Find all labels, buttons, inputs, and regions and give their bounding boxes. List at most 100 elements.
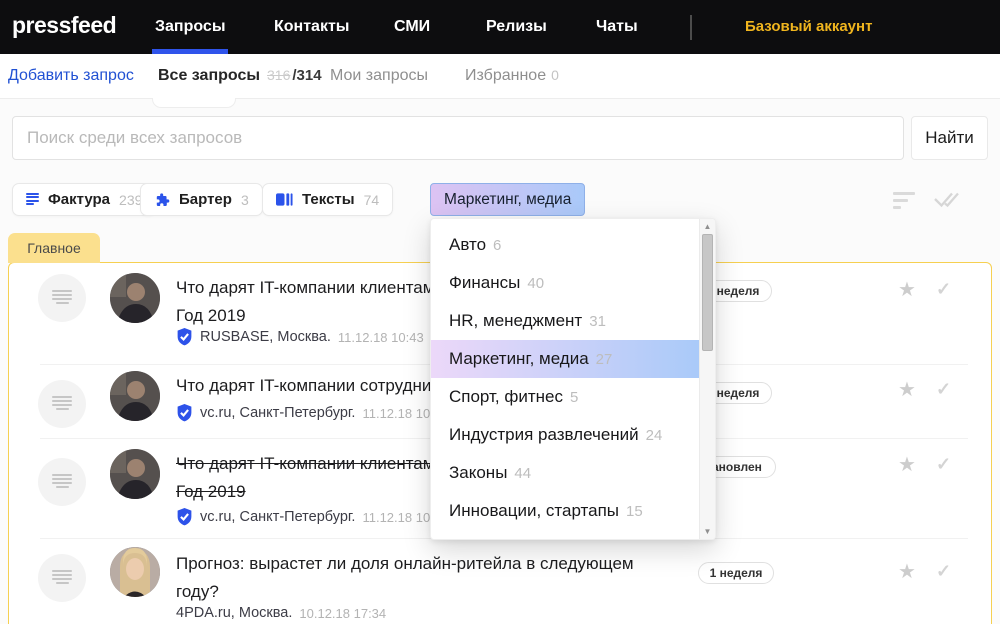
search-button[interactable]: Найти — [911, 116, 988, 160]
dropdown-item-label: Индустрия развлечений — [449, 425, 639, 444]
dropdown-item-partial[interactable]: Искусство, культура — [431, 530, 701, 540]
request-source: 4PDA.ru, Москва. 10.12.18 17:34 — [176, 605, 386, 621]
category-dropdown-menu: Авто 6 Финансы40 HR, менеджмент 31 Маркети… — [430, 218, 716, 540]
source-name[interactable]: RUSBASE, Москва. — [200, 329, 331, 345]
verified-icon — [176, 404, 193, 422]
tab-my-requests[interactable]: Мои запросы — [330, 67, 428, 85]
star-icon[interactable]: ★ — [898, 277, 916, 302]
old-count: 316 — [267, 67, 290, 83]
category-dropdown-button[interactable]: Маркетинг, медиа — [430, 183, 585, 216]
request-type-icon — [38, 274, 86, 322]
star-icon[interactable]: ★ — [898, 452, 916, 477]
scroll-down-icon[interactable]: ▼ — [700, 527, 715, 536]
active-tab-notch — [152, 98, 236, 108]
tab-label: Мои запросы — [330, 67, 428, 84]
request-title[interactable]: Что дарят IT-компании клиентам — [176, 274, 434, 302]
dropdown-item-count: 27 — [596, 351, 613, 368]
scroll-up-icon[interactable]: ▲ — [700, 222, 715, 231]
request-source: vc.ru, Санкт-Петербург. 11.12.18 10:26 — [176, 508, 448, 526]
avatar — [110, 371, 160, 421]
dropdown-item-label: Спорт, фитнес — [449, 387, 563, 406]
check-icon[interactable]: ✓ — [936, 379, 951, 400]
request-title[interactable]: Что дарят IT-компании сотрудникам — [176, 372, 460, 400]
star-icon[interactable]: ★ — [898, 559, 916, 584]
filter-label: Тексты — [302, 191, 355, 208]
double-check-icon[interactable] — [933, 189, 961, 214]
dropdown-item-marketing-selected[interactable]: Маркетинг, медиа 27 — [431, 340, 701, 378]
dropdown-item-label: Искусство, культура — [449, 539, 607, 540]
dropdown-item-label: Авто — [449, 235, 486, 254]
tab-all-requests[interactable]: Все запросы 316/314 — [158, 67, 322, 85]
board-tab-main[interactable]: Главное — [8, 233, 100, 263]
source-date: 10.12.18 17:34 — [299, 606, 386, 621]
nav-item-label: Контакты — [274, 18, 349, 35]
dropdown-item-hr[interactable]: HR, менеджмент 31 — [431, 302, 701, 340]
scrollbar-thumb[interactable] — [702, 234, 713, 351]
request-title[interactable]: Год 2019 — [176, 478, 246, 506]
sort-lines-icon[interactable] — [893, 192, 915, 213]
dropdown-item-label: Законы — [449, 463, 507, 482]
puzzle-icon — [154, 192, 170, 208]
tab-label: Все запросы — [158, 67, 260, 84]
dropdown-item-entertainment[interactable]: Индустрия развлечений24 — [431, 416, 701, 454]
filter-texts-button[interactable]: Тексты 74 — [262, 183, 393, 216]
source-name[interactable]: 4PDA.ru, Москва. — [176, 605, 292, 621]
source-date: 11.12.18 10:43 — [338, 330, 424, 345]
dropdown-item-auto[interactable]: Авто 6 — [431, 226, 701, 264]
filter-label: Бартер — [179, 191, 232, 208]
dropdown-scrollbar[interactable]: ▲ ▼ — [699, 219, 715, 540]
new-count: /314 — [292, 67, 321, 84]
dropdown-item-count: 15 — [626, 503, 643, 520]
pressfeed-logo[interactable]: pressfeed — [12, 12, 116, 39]
dropdown-item-label: Инновации, стартапы — [449, 501, 619, 520]
nav-item-requests[interactable]: Запросы — [155, 0, 225, 54]
add-request-link[interactable]: Добавить запрос — [8, 67, 134, 85]
dropdown-item-count: 6 — [493, 237, 501, 254]
article-icon — [276, 192, 293, 207]
request-title[interactable]: году? — [176, 578, 219, 606]
dropdown-item-count: 5 — [570, 389, 578, 406]
filter-count: 239 — [119, 192, 142, 208]
status-badge: 1 неделя — [698, 562, 774, 584]
dropdown-item-label: Финансы — [449, 273, 520, 292]
source-name[interactable]: vc.ru, Санкт-Петербург. — [200, 405, 355, 421]
dropdown-item-count: 31 — [589, 313, 606, 330]
dropdown-item-innovations[interactable]: Инновации, стартапы 15 — [431, 492, 701, 530]
request-title[interactable]: Прогноз: вырастет ли доля онлайн-ритейла… — [176, 550, 634, 578]
source-name[interactable]: vc.ru, Санкт-Петербург. — [200, 509, 355, 525]
tab-favorites[interactable]: Избранное0 — [465, 67, 559, 85]
search-input[interactable] — [12, 116, 904, 160]
filter-label: Фактура — [48, 191, 110, 208]
dropdown-item-finance[interactable]: Финансы40 — [431, 264, 701, 302]
check-icon[interactable]: ✓ — [936, 279, 951, 300]
sub-navigation: Добавить запрос Все запросы 316/314 Мои з… — [0, 54, 1000, 99]
check-icon[interactable]: ✓ — [936, 454, 951, 475]
dropdown-item-laws[interactable]: Законы44 — [431, 454, 701, 492]
nav-item-chats[interactable]: Чаты — [596, 0, 638, 54]
filter-factura-button[interactable]: Фактура 239 — [12, 183, 156, 216]
active-underline — [152, 49, 228, 54]
dropdown-item-sport[interactable]: Спорт, фитнес 5 — [431, 378, 701, 416]
star-icon[interactable]: ★ — [898, 377, 916, 402]
request-type-icon — [38, 554, 86, 602]
nav-item-contacts[interactable]: Контакты — [274, 0, 349, 54]
dropdown-item-label: HR, менеджмент — [449, 311, 582, 330]
nav-item-label: СМИ — [394, 18, 430, 35]
top-navigation: pressfeed Запросы Контакты СМИ Релизы Ча… — [0, 0, 1000, 54]
request-type-icon — [38, 380, 86, 428]
verified-icon — [176, 328, 193, 346]
request-title[interactable]: Что дарят IT-компании клиентам — [176, 450, 434, 478]
account-plan-link[interactable]: Базовый аккаунт — [745, 0, 872, 54]
format-lines-icon — [26, 193, 39, 207]
nav-item-releases[interactable]: Релизы — [486, 0, 547, 54]
check-icon[interactable]: ✓ — [936, 561, 951, 582]
request-source: RUSBASE, Москва. 11.12.18 10:43 — [176, 328, 424, 346]
request-type-icon — [38, 458, 86, 506]
filter-barter-button[interactable]: Бартер 3 — [140, 183, 263, 216]
nav-item-media[interactable]: СМИ — [394, 0, 430, 54]
nav-item-label: Релизы — [486, 18, 547, 35]
request-title[interactable]: Год 2019 — [176, 302, 246, 330]
favorites-count: 0 — [551, 67, 559, 83]
nav-item-label: Запросы — [155, 18, 225, 35]
dropdown-item-label: Маркетинг, медиа — [449, 349, 589, 368]
